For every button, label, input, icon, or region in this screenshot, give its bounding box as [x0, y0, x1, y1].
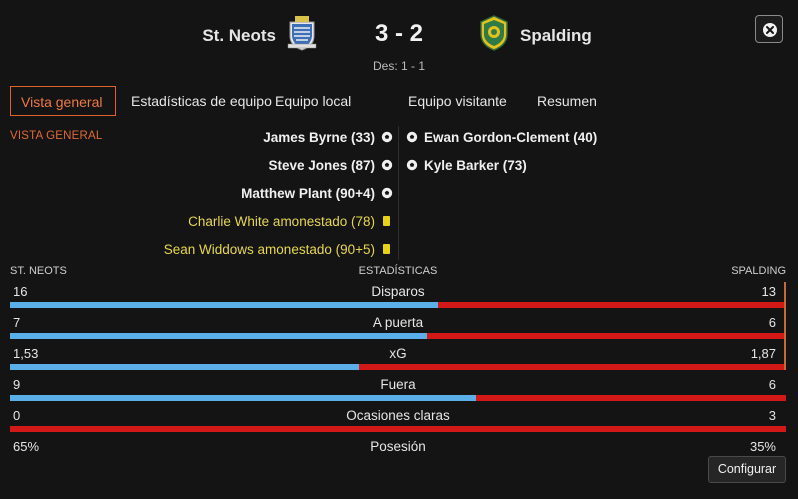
section-title: VISTA GENERAL	[10, 130, 103, 142]
stat-row-clear-chances[interactable]: 0 Ocasiones claras 3	[10, 408, 786, 438]
stat-away-value: 3	[768, 408, 776, 423]
stat-away-value: 13	[761, 284, 776, 299]
stat-bar	[10, 333, 786, 339]
away-team-name[interactable]: Spalding	[520, 26, 592, 46]
football-icon	[406, 159, 418, 171]
stat-bar	[10, 426, 786, 432]
stat-row-off-target[interactable]: 9 Fuera 6	[10, 377, 786, 407]
football-icon	[381, 187, 393, 199]
stat-row-possession[interactable]: 65% Posesión 35%	[10, 439, 786, 469]
tab-estadisticas-equipo[interactable]: Estadísticas de equipo	[131, 86, 272, 116]
home-booking-event[interactable]: Sean Widdows amonestado (90+5)	[100, 235, 393, 263]
stat-away-value: 6	[768, 377, 776, 392]
stats-header-title: ESTADÍSTICAS	[358, 265, 438, 277]
stat-bar-home-fill	[10, 302, 439, 308]
stat-row-shots[interactable]: 16 Disparos 13	[10, 284, 786, 314]
stat-bar-home-fill	[10, 364, 360, 370]
home-booking-event[interactable]: Charlie White amonestado (78)	[100, 207, 393, 235]
close-button[interactable]	[755, 15, 783, 43]
stat-name: Fuera	[380, 377, 416, 392]
stat-bar-home-fill	[10, 333, 428, 339]
halftime-score: Des: 1 - 1	[372, 59, 426, 73]
tab-resumen[interactable]: Resumen	[537, 86, 597, 116]
match-overview-panel: St. Neots 3 - 2 Spalding Des: 1 - 1 Vist…	[0, 0, 798, 499]
tab-equipo-local[interactable]: Equipo local	[275, 86, 351, 116]
stat-name: xG	[389, 346, 407, 361]
stats-header-away: SPALDING	[731, 265, 786, 277]
home-team-name[interactable]: St. Neots	[150, 26, 276, 46]
stats-scrollbar[interactable]	[784, 282, 786, 370]
stat-bar	[10, 395, 786, 401]
stat-name: Ocasiones claras	[346, 408, 450, 423]
tab-vista-general[interactable]: Vista general	[10, 86, 116, 116]
tab-equipo-visitante[interactable]: Equipo visitante	[408, 86, 507, 116]
stat-away-value: 35%	[749, 439, 776, 454]
stat-name: Disparos	[371, 284, 425, 299]
away-goal-event[interactable]: Ewan Gordon-Clement (40)	[402, 123, 702, 151]
stat-bar	[10, 302, 786, 308]
stat-away-value: 1,87	[750, 346, 776, 361]
match-score: 3 - 2	[374, 20, 424, 47]
away-team-crest-icon[interactable]	[478, 14, 510, 52]
stat-bar-home-fill	[10, 395, 476, 401]
stat-name: A puerta	[372, 315, 424, 330]
football-icon	[406, 131, 418, 143]
close-icon	[763, 23, 777, 37]
home-events-list: James Byrne (33) Steve Jones (87) Matthe…	[100, 123, 393, 263]
home-goal-event[interactable]: Steve Jones (87)	[100, 151, 393, 179]
stat-name: Posesión	[370, 439, 426, 454]
match-header: St. Neots 3 - 2 Spalding Des: 1 - 1	[0, 0, 798, 80]
home-team-crest-icon[interactable]	[286, 14, 318, 52]
stat-row-xg[interactable]: 1,53 xG 1,87	[10, 346, 786, 376]
stat-row-on-target[interactable]: 7 A puerta 6	[10, 315, 786, 345]
stat-bar	[10, 364, 786, 370]
events-divider	[398, 126, 399, 260]
away-goal-event[interactable]: Kyle Barker (73)	[402, 151, 702, 179]
football-icon	[381, 131, 393, 143]
away-events-list: Ewan Gordon-Clement (40) Kyle Barker (73…	[402, 123, 702, 179]
configure-button[interactable]: Configurar	[708, 456, 786, 483]
stats-header: ST. NEOTS ESTADÍSTICAS SPALDING	[10, 265, 786, 279]
football-icon	[381, 159, 393, 171]
home-goal-event[interactable]: James Byrne (33)	[100, 123, 393, 151]
yellow-card-icon	[383, 244, 390, 254]
stat-away-value: 6	[768, 315, 776, 330]
home-goal-event[interactable]: Matthew Plant (90+4)	[100, 179, 393, 207]
yellow-card-icon	[383, 216, 390, 226]
